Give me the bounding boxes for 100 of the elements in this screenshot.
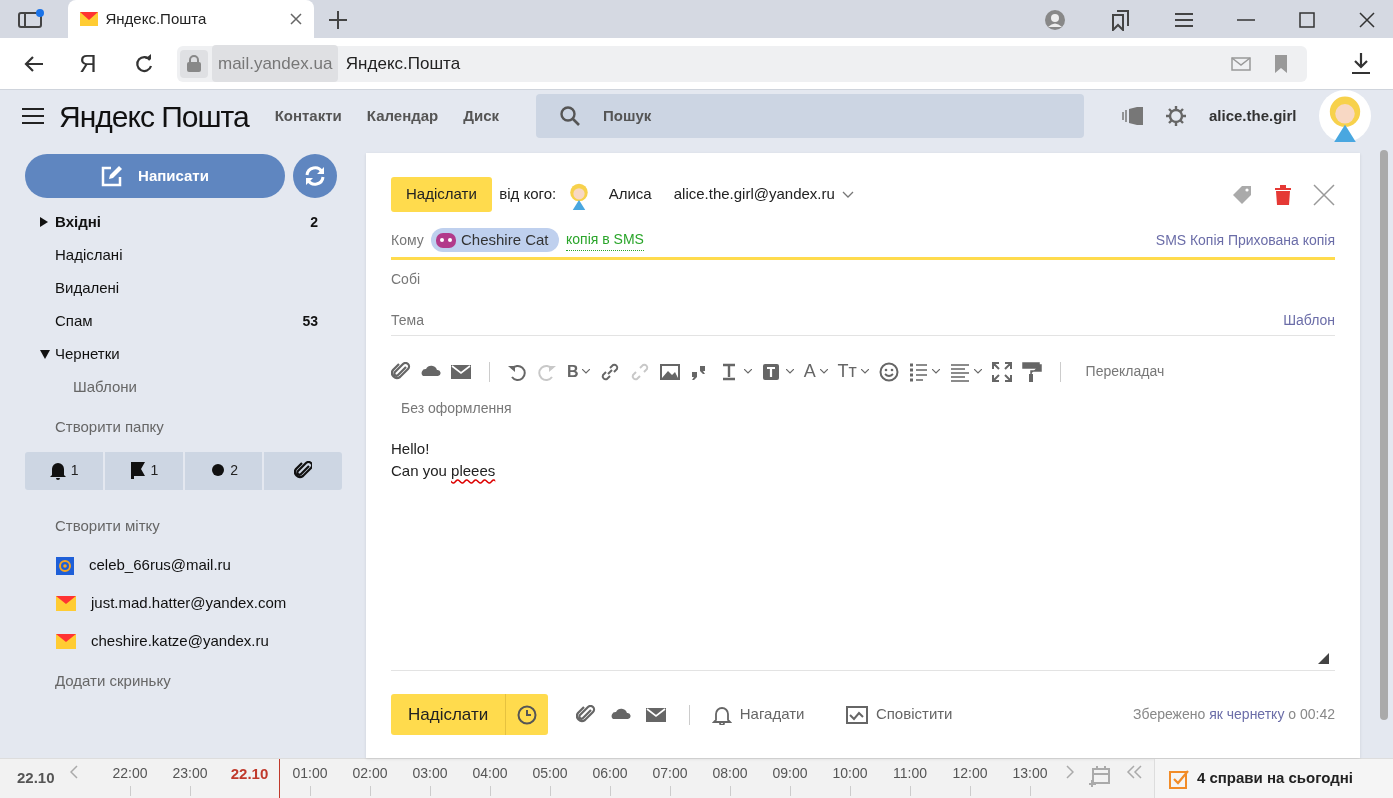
browser-tab[interactable]: Яндекс.Пошта (68, 0, 314, 38)
back-icon[interactable] (24, 54, 44, 73)
close-icon[interactable] (1359, 11, 1375, 28)
font-color-button[interactable]: A (803, 358, 828, 385)
search-field[interactable]: Пошук (536, 94, 1085, 138)
profile-icon[interactable] (1045, 9, 1065, 30)
avatar-icon[interactable] (1319, 90, 1371, 142)
maximize-icon[interactable] (1299, 11, 1315, 28)
nav-link[interactable]: Контакти (274, 104, 342, 128)
notify-button[interactable]: Сповістити (846, 703, 953, 726)
timeline-hour: 13:00 (1011, 764, 1049, 783)
refresh-icon (303, 166, 326, 186)
toolbar-button[interactable] (1022, 361, 1043, 382)
schedule-button[interactable] (505, 694, 549, 735)
mailbox-link[interactable]: just.mad.hatter@yandex.com (91, 592, 287, 615)
filter-button[interactable]: 2 (184, 451, 265, 490)
recipient-field-link[interactable]: SMS (1155, 229, 1187, 251)
nav-link[interactable]: Диск (463, 104, 499, 128)
paperclip-icon[interactable] (576, 704, 597, 725)
unlink-icon (630, 361, 651, 382)
toolbar-button[interactable] (992, 361, 1013, 382)
folder-link[interactable]: Вхідні (55, 210, 311, 234)
caret-icon[interactable] (40, 349, 50, 359)
toolbar-button[interactable] (762, 361, 794, 382)
self-label[interactable]: Собі (391, 271, 421, 287)
envelope-logo-icon (56, 596, 76, 611)
mailbox-link[interactable]: cheshire.katze@yandex.ru (91, 630, 269, 653)
reload-icon[interactable] (134, 54, 154, 75)
nav-link[interactable]: Календар (366, 104, 439, 128)
send-button[interactable]: Надіслати (391, 694, 506, 735)
scrollbar[interactable] (1380, 150, 1388, 720)
download-icon[interactable] (1350, 53, 1371, 75)
toolbar-button[interactable] (950, 361, 983, 382)
compose-button[interactable]: Написати (25, 154, 285, 198)
notify-icon (846, 704, 869, 725)
translator-link[interactable]: Перекладач (1085, 361, 1165, 382)
resize-handle-icon[interactable] (1318, 653, 1329, 664)
body-line: Hello! (391, 438, 431, 459)
paperclip-icon (294, 461, 313, 480)
paperclip-icon (391, 361, 411, 382)
format-link[interactable]: Без оформлення (401, 400, 512, 416)
caret-icon[interactable] (40, 217, 48, 227)
menu-icon[interactable] (1175, 12, 1193, 27)
template-link[interactable]: Шаблон (1283, 310, 1335, 331)
folder-link[interactable]: Шаблони (73, 375, 318, 399)
message-body[interactable]: Hello! Can you pleees (391, 437, 1335, 671)
folder-link[interactable]: Чернетки (55, 342, 318, 366)
address-title: Яндекс.Пошта (345, 52, 462, 75)
add-mailbox-link[interactable]: Додати скриньку (55, 669, 171, 692)
tabs-icon[interactable] (18, 9, 44, 29)
yandex-home-button[interactable]: Я (78, 45, 98, 82)
timeline-hour: 23:00 (171, 764, 209, 783)
subject-field[interactable]: Тема (391, 310, 424, 331)
bold-button[interactable]: B (567, 359, 591, 384)
remind-button[interactable]: Нагадати (712, 703, 805, 726)
menu-icon[interactable] (22, 107, 44, 125)
plus-icon[interactable] (329, 11, 347, 30)
send-button[interactable]: Надіслати (391, 177, 492, 212)
sms-copy-link[interactable]: копія в SMS (566, 229, 644, 252)
logo[interactable]: Яндекс Пошта (59, 93, 249, 139)
trash-icon[interactable] (1274, 184, 1291, 205)
toolbar-button[interactable] (908, 361, 941, 382)
image-icon (660, 361, 681, 382)
link-icon (600, 361, 621, 382)
filter-button[interactable]: 1 (25, 451, 105, 490)
paint-roller-icon (1022, 361, 1043, 382)
folder-link[interactable]: Надіслані (55, 243, 318, 267)
avatar-icon (435, 231, 458, 250)
sender-name: Алиса (608, 184, 652, 205)
create-folder-link[interactable]: Створити папку (55, 416, 164, 439)
toolbar-button[interactable] (720, 361, 753, 382)
timeline-hour: 03:00 (411, 764, 449, 783)
folder-link[interactable]: Спам (55, 309, 303, 333)
toolbar-button[interactable] (878, 361, 899, 382)
timeline-hour: 06:00 (591, 764, 629, 783)
recipient-field-link[interactable]: Копія (1189, 229, 1225, 251)
bell-icon (712, 704, 733, 725)
align-left-icon (950, 361, 971, 382)
panel-icon[interactable] (1121, 106, 1144, 126)
sender-email-dropdown[interactable]: alice.the.girl@yandex.ru (673, 183, 855, 206)
bookmarks-icon[interactable] (1109, 8, 1131, 31)
timeline-hour: 11:00 (892, 764, 928, 783)
draft-link[interactable]: як чернетку (1209, 706, 1285, 722)
create-label-link[interactable]: Створити мітку (55, 514, 160, 538)
settings-icon[interactable] (1166, 106, 1187, 126)
smiley-icon (878, 361, 899, 382)
mailbox-link[interactable]: celeb_66rus@mail.ru (89, 554, 231, 577)
from-label: від кого: (499, 184, 557, 205)
toolbar-button[interactable] (391, 361, 411, 382)
font-size-button[interactable]: Tт (837, 358, 869, 385)
filter-button[interactable]: 1 (104, 451, 185, 490)
folder-link[interactable]: Видалені (55, 276, 318, 300)
close-icon[interactable] (290, 13, 302, 25)
refresh-button[interactable] (292, 154, 337, 198)
recipient-chip[interactable]: Cheshire Cat (431, 227, 559, 253)
toolbar-button[interactable] (660, 361, 681, 382)
username-link[interactable]: alice.the.girl (1208, 104, 1297, 128)
recipient-field-link[interactable]: Прихована копія (1227, 229, 1335, 251)
toolbar-button[interactable] (600, 361, 621, 382)
bulleted-list-icon (908, 361, 929, 382)
